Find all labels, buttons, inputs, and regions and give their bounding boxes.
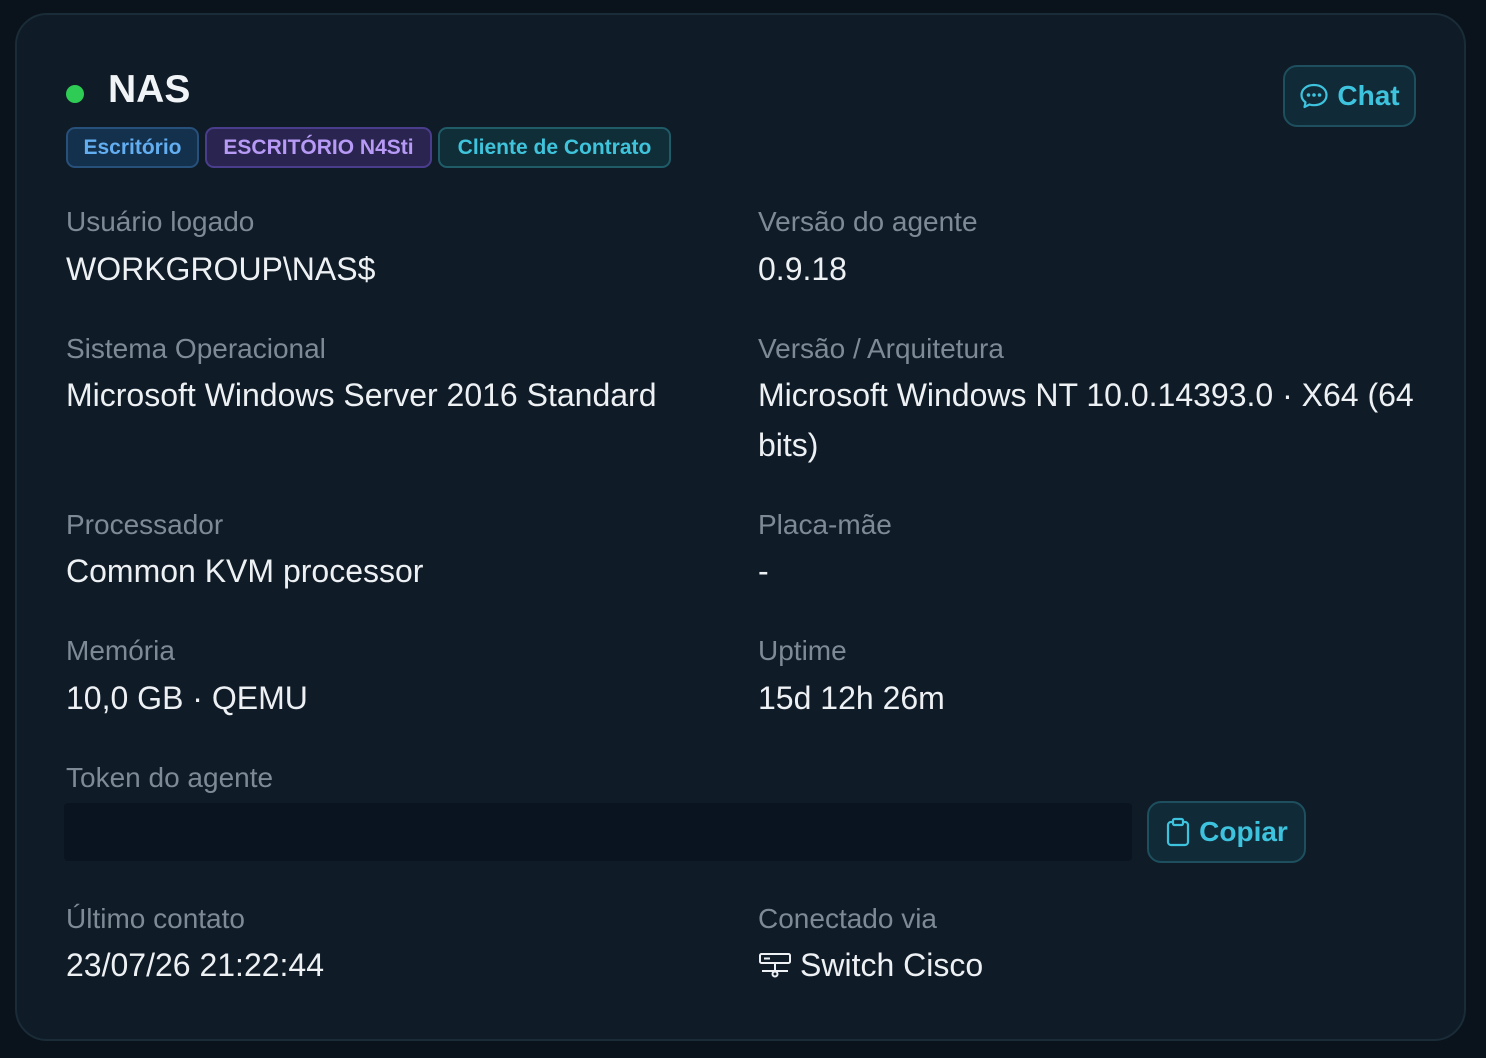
online-status-dot	[66, 85, 84, 103]
uptime-value: 15d 12h 26m	[758, 680, 945, 716]
logged-user-label: Usuário logado	[66, 206, 255, 237]
connected-via-label: Conectado via	[758, 903, 938, 934]
tag-escritorio-n4sti[interactable]: ESCRITÓRIO N4Sti	[205, 127, 432, 168]
clipboard-icon	[1165, 817, 1191, 847]
version-arch-label: Versão / Arquitetura	[758, 333, 1004, 364]
logged-user-value: WORKGROUP\NAS$	[66, 251, 376, 287]
tag-cliente-de-contrato[interactable]: Cliente de Contrato	[438, 127, 671, 168]
device-name: NAS	[108, 68, 191, 111]
version-arch-value: Microsoft Windows NT 10.0.14393.0 · X64 …	[758, 377, 1414, 463]
agent-token-field[interactable]	[64, 803, 1132, 861]
motherboard-value: -	[758, 553, 769, 589]
memory-label: Memória	[66, 635, 175, 666]
tag-escritorio[interactable]: Escritório	[66, 127, 199, 168]
agent-version-value: 0.9.18	[758, 251, 847, 287]
processor-label: Processador	[66, 509, 224, 540]
connected-via-value: Switch Cisco	[800, 947, 984, 983]
chat-bubble-icon	[1299, 82, 1329, 110]
os-value: Microsoft Windows Server 2016 Standard	[66, 377, 657, 413]
uptime-label: Uptime	[758, 635, 847, 666]
chat-button-label: Chat	[1337, 80, 1400, 111]
os-label: Sistema Operacional	[66, 333, 326, 364]
copy-button-label: Copiar	[1199, 816, 1288, 847]
chat-button[interactable]: Chat	[1283, 65, 1416, 127]
processor-value: Common KVM processor	[66, 553, 424, 589]
memory-value: 10,0 GB · QEMU	[66, 680, 308, 716]
agent-version-label: Versão do agente	[758, 206, 978, 237]
token-label: Token do agente	[66, 762, 274, 793]
copy-token-button[interactable]: Copiar	[1147, 801, 1306, 863]
network-switch-icon	[758, 950, 792, 980]
connected-via: Switch Cisco	[758, 940, 983, 990]
motherboard-label: Placa-mãe	[758, 509, 892, 540]
last-contact-value: 23/07/26 21:22:44	[66, 947, 325, 983]
last-contact-label: Último contato	[66, 903, 245, 934]
